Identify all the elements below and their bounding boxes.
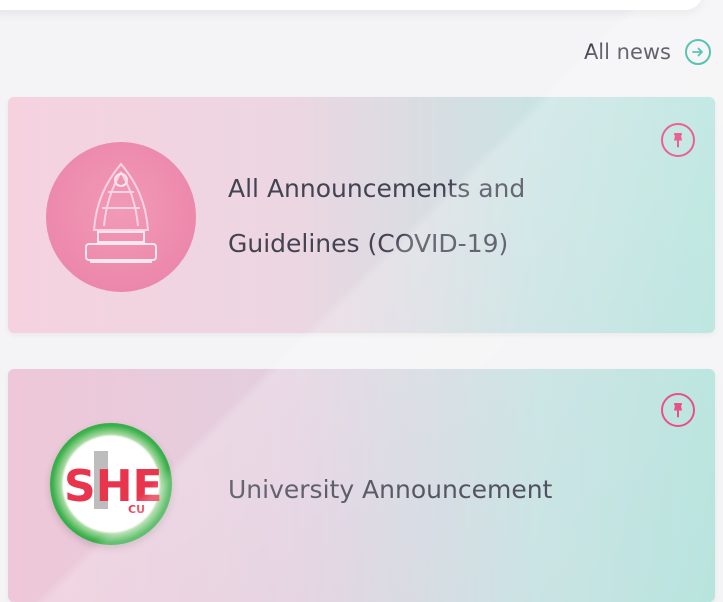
chula-emblem-logo — [46, 142, 196, 292]
announcement-card-covid[interactable]: All Announcements and Guidelines (COVID-… — [8, 97, 715, 333]
cu-text: CU — [128, 503, 145, 516]
arrow-right-circle-icon[interactable] — [685, 39, 711, 65]
all-news-label: All news — [583, 40, 671, 64]
pin-icon[interactable] — [661, 393, 695, 427]
she-text: SHE — [64, 461, 163, 512]
card-title[interactable]: University Announcement — [228, 462, 552, 517]
pin-icon[interactable] — [661, 123, 695, 157]
top-card — [0, 0, 703, 10]
all-news-link[interactable]: All news — [584, 36, 711, 68]
card-title[interactable]: All Announcements and Guidelines (COVID-… — [228, 161, 648, 271]
announcement-card-university[interactable]: SHE CU University Announcement — [8, 369, 715, 602]
she-cu-logo: SHE CU — [50, 423, 172, 545]
